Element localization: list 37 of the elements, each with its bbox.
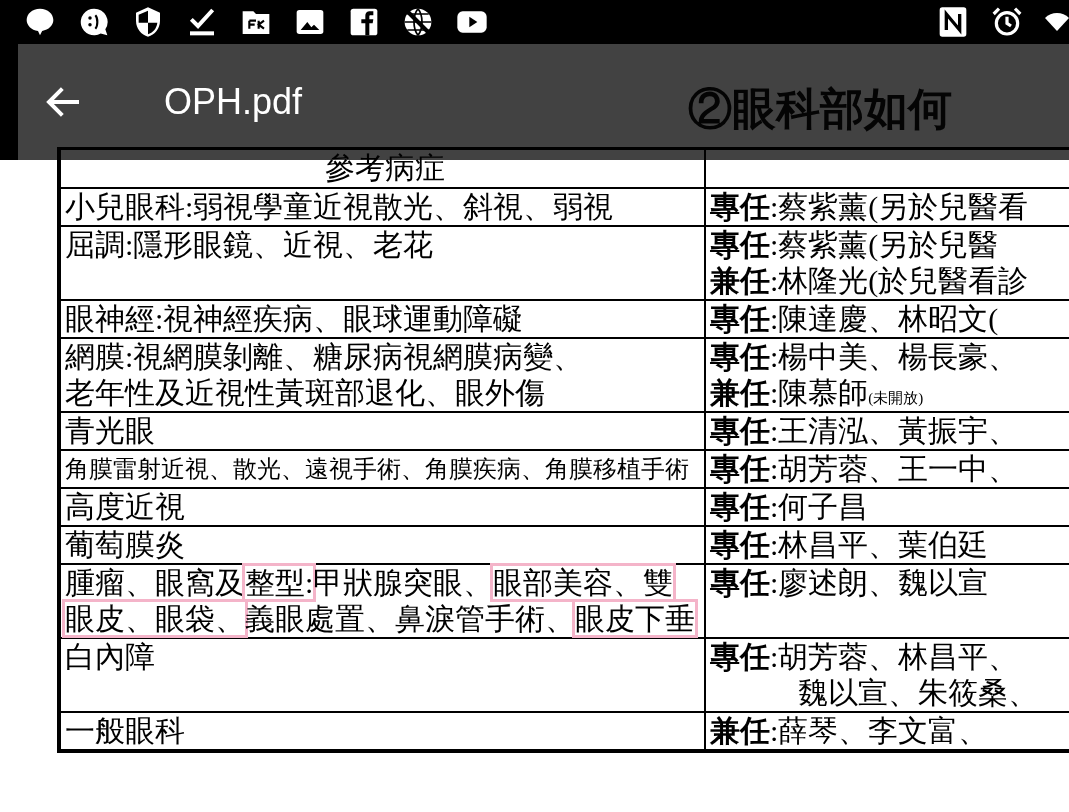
- staff-text: 專任:陳達慶、林昭文(: [710, 301, 1000, 337]
- condition-text: 白內障: [65, 639, 156, 675]
- chat-bubble-icon: [78, 6, 110, 38]
- condition-text: 老年性及近視性黃斑部退化、眼外傷: [65, 375, 546, 411]
- staff-text: 專任:何子昌: [710, 489, 870, 525]
- staff-text: 專任:胡芳蓉、王一中、: [710, 451, 1020, 487]
- marked-text: 眼部美容、雙: [490, 563, 677, 602]
- staff-text: 專任:林昌平、葉伯廷: [710, 527, 990, 563]
- nfc-icon: [937, 6, 969, 38]
- condition-text: 屈調:隱形眼鏡、近視、老花: [65, 227, 435, 263]
- staff-text: 專任:蔡紫薰(另於兒醫看: [710, 189, 1030, 225]
- alarm-clock-icon: [991, 6, 1023, 38]
- staff-text: 專任:王清泓、黃振宇、: [710, 413, 1020, 449]
- condition-text: 角膜雷射近視、散光、遠視手術、角膜疾病、角膜移植手術: [65, 454, 690, 484]
- staff-text: 兼任:陳慕師: [710, 376, 869, 409]
- staff-text: 魏以宣、朱筱桑、: [797, 675, 1039, 711]
- condition-text: 高度近視: [65, 489, 186, 525]
- marked-text: 眼皮下垂: [572, 599, 698, 638]
- staff-text: 兼任:薛琴、李文富、: [710, 713, 990, 749]
- condition-text: 葡萄膜炎: [65, 527, 186, 563]
- condition-text: 一般眼科: [65, 713, 186, 749]
- staff-text: 專任:胡芳蓉、林昌平、: [710, 639, 1020, 675]
- document-heading: ②眼科部如何: [688, 84, 952, 136]
- staff-text: 專任:蔡紫薰(另於兒醫: [710, 227, 1000, 263]
- file-title: OPH.pdf: [164, 81, 303, 123]
- note-text: (未開放): [868, 390, 924, 406]
- square-logo-icon: [348, 6, 380, 38]
- condition-text: 網膜:視網膜剝離、糖尿病視網膜病變、: [65, 339, 585, 375]
- staff-text: 專任:楊中美、楊長豪、: [710, 339, 1020, 375]
- staff-text: 兼任:林隆光(於兒醫看診: [710, 263, 1030, 299]
- condition-text: 青光眼: [65, 413, 156, 449]
- column-header: 參考病症: [323, 150, 446, 186]
- staff-text: 專任:廖述朗、魏以宣: [710, 565, 990, 601]
- condition-text: 眼神經:視神經疾病、眼球運動障礙: [65, 301, 525, 337]
- globe-blocked-icon: [402, 6, 434, 38]
- condition-text: 小兒眼科:弱視學童近視散光、斜視、弱視: [65, 189, 615, 225]
- condition-text: 腫瘤、眼窩及: [65, 566, 245, 599]
